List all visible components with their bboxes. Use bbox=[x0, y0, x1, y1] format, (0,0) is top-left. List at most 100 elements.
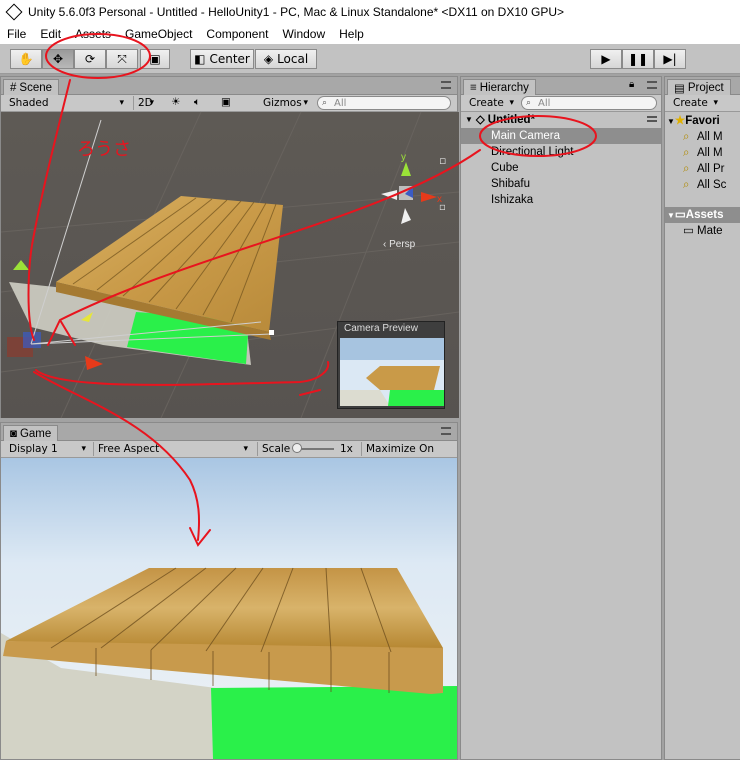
favorites-label: Favori bbox=[685, 115, 720, 127]
hierarchy-search-input[interactable]: ⌕ All bbox=[521, 96, 657, 110]
scale-control: Scale 1x bbox=[257, 442, 353, 456]
hierarchy-menu-icon[interactable] bbox=[647, 81, 657, 89]
lock-icon[interactable]: 🔒︎ bbox=[629, 79, 634, 90]
hierarchy-item-cube[interactable]: Cube bbox=[461, 160, 661, 176]
project-create-label: Create bbox=[673, 97, 708, 109]
scene-menu-icon[interactable] bbox=[647, 116, 657, 122]
play-icon: ▶ bbox=[601, 52, 611, 66]
light-icon[interactable]: ☀ bbox=[171, 96, 180, 108]
camera-preview-title: Camera Preview bbox=[344, 323, 418, 334]
scale-value: 1x bbox=[340, 443, 353, 455]
hierarchy-item-label: Main Camera bbox=[491, 130, 561, 142]
rotate-icon: ⟳ bbox=[84, 52, 96, 66]
project-tab-row: ▤ Project bbox=[665, 77, 740, 95]
game-shibafu bbox=[211, 686, 457, 759]
favorite-item[interactable]: ⌕ All Pr bbox=[665, 161, 740, 177]
pause-icon: ❚❚ bbox=[627, 52, 649, 66]
scale-tool-button[interactable]: ⤧ bbox=[106, 49, 138, 69]
menu-component[interactable]: Component bbox=[199, 27, 275, 41]
display-dropdown[interactable]: Display 1 bbox=[5, 442, 89, 456]
svg-text:y: y bbox=[401, 152, 406, 163]
persp-label[interactable]: ‹ Persp bbox=[383, 239, 416, 250]
scene-tab[interactable]: # Scene bbox=[3, 79, 60, 95]
unity-logo-icon bbox=[5, 3, 23, 21]
title-bar: Unity 5.6.0f3 Personal - Untitled - Hell… bbox=[0, 0, 740, 24]
search-icon: ⌕ bbox=[683, 179, 690, 191]
pivot-icon: ◧ bbox=[194, 52, 206, 66]
menu-window[interactable]: Window bbox=[275, 27, 332, 41]
hierarchy-controls: Create ⌕ All bbox=[461, 95, 661, 112]
game-panel: ◙Game Display 1 Free Aspect Scale 1x Max… bbox=[0, 422, 458, 760]
project-panel: ▤Project Create ▼★Favori ⌕All M ⌕All M ⌕… bbox=[664, 76, 740, 760]
rect-tool-button[interactable]: ▣ bbox=[140, 49, 170, 69]
favorites-folder[interactable]: ▼★Favori bbox=[665, 113, 740, 129]
handwritten-note: ろうさ bbox=[77, 139, 131, 160]
menu-gameobject[interactable]: GameObject bbox=[118, 27, 199, 41]
game-tab-row: ◙ Game bbox=[1, 423, 457, 441]
favorite-item[interactable]: ⌕ All M bbox=[665, 129, 740, 145]
scale-label: Scale bbox=[262, 443, 291, 455]
game-menu-icon[interactable] bbox=[441, 427, 451, 435]
hand-tool-button[interactable]: ✋ bbox=[10, 49, 42, 69]
assets-folder[interactable]: ▼▭Assets bbox=[665, 207, 740, 223]
scale-icon: ⤧ bbox=[117, 51, 127, 66]
project-create-dropdown[interactable]: Create bbox=[669, 96, 721, 110]
project-tab[interactable]: ▤ Project bbox=[667, 79, 731, 95]
gizmos-dropdown[interactable]: Gizmos bbox=[259, 96, 311, 110]
main-toolbar: ✋ ✥ ⟳ ⤧ ▣ ◧ Center ◈ Local ▶ ❚❚ ▶| bbox=[0, 44, 740, 74]
favorite-item[interactable]: ⌕ All Sc bbox=[665, 177, 740, 193]
hierarchy-tab-row: ≡ Hierarchy 🔒︎ bbox=[461, 77, 661, 95]
hierarchy-create-dropdown[interactable]: Create bbox=[465, 96, 517, 110]
game-view[interactable] bbox=[1, 458, 457, 759]
hierarchy-item-directional-light[interactable]: Directional Light bbox=[461, 144, 661, 160]
maximize-on-play-toggle[interactable]: Maximize On Play bbox=[361, 442, 457, 469]
search-icon: ⌕ bbox=[526, 98, 532, 108]
step-icon: ▶| bbox=[663, 52, 677, 66]
2d-toggle[interactable]: 2D bbox=[133, 96, 157, 110]
hierarchy-list: ▼ ◇ Untitled* Main Camera Directional Li… bbox=[461, 112, 661, 208]
rotate-tool-button[interactable]: ⟳ bbox=[74, 49, 106, 69]
space-local-button[interactable]: ◈ Local bbox=[255, 49, 317, 69]
pivot-center-button[interactable]: ◧ Center bbox=[190, 49, 254, 69]
favorite-item[interactable]: ⌕ All M bbox=[665, 145, 740, 161]
game-tab[interactable]: ◙ Game bbox=[3, 425, 59, 441]
gizmo-lock-icon: ▫ bbox=[439, 202, 446, 213]
panel-menu-icon[interactable] bbox=[441, 81, 451, 89]
pivot-label: Center bbox=[209, 52, 250, 66]
shading-label: Shaded bbox=[9, 97, 49, 109]
search-icon: ⌕ bbox=[683, 147, 690, 159]
menu-edit[interactable]: Edit bbox=[33, 27, 68, 41]
shading-dropdown[interactable]: Shaded bbox=[5, 96, 127, 110]
scene-search-placeholder: All bbox=[334, 97, 347, 109]
hierarchy-tab[interactable]: ≡ Hierarchy bbox=[463, 79, 536, 95]
menu-help[interactable]: Help bbox=[332, 27, 371, 41]
scale-slider[interactable] bbox=[292, 443, 302, 453]
game-controls: Display 1 Free Aspect Scale 1x Maximize … bbox=[1, 441, 457, 469]
move-tool-button[interactable]: ✥ bbox=[42, 49, 74, 69]
hierarchy-item-ishizaka[interactable]: Ishizaka bbox=[461, 192, 661, 208]
game-tab-label: Game bbox=[19, 427, 52, 440]
menu-assets[interactable]: Assets bbox=[68, 27, 118, 41]
step-button[interactable]: ▶| bbox=[654, 49, 686, 69]
space-label: Local bbox=[277, 52, 309, 66]
local-icon: ◈ bbox=[263, 52, 274, 66]
hierarchy-item-shibafu[interactable]: Shibafu bbox=[461, 176, 661, 192]
hierarchy-create-label: Create bbox=[469, 97, 504, 109]
scene-tab-label: Scene bbox=[19, 81, 53, 94]
effects-icon[interactable]: ▣ bbox=[221, 96, 231, 108]
menu-file[interactable]: File bbox=[0, 27, 33, 41]
scene-search-input[interactable]: ⌕ All bbox=[317, 96, 451, 110]
lock-icon[interactable]: ▫ bbox=[439, 154, 446, 167]
audio-icon[interactable]: 🔈︎ bbox=[194, 96, 200, 109]
play-button[interactable]: ▶ bbox=[590, 49, 622, 69]
scene-root[interactable]: ▼ ◇ Untitled* bbox=[461, 112, 661, 128]
materials-folder[interactable]: ▭ Mate bbox=[665, 223, 740, 239]
favorite-label: All M bbox=[697, 147, 723, 159]
scene-name: Untitled* bbox=[487, 114, 536, 126]
aspect-label: Free Aspect bbox=[98, 443, 160, 455]
hierarchy-item-main-camera[interactable]: Main Camera bbox=[461, 128, 661, 144]
scene-controls: Shaded 2D ☀ 🔈︎ ▣ Gizmos ⌕ All bbox=[1, 95, 457, 112]
aspect-dropdown[interactable]: Free Aspect bbox=[93, 442, 251, 456]
pause-button[interactable]: ❚❚ bbox=[622, 49, 654, 69]
expand-arrow-icon: ▼ bbox=[667, 117, 675, 126]
